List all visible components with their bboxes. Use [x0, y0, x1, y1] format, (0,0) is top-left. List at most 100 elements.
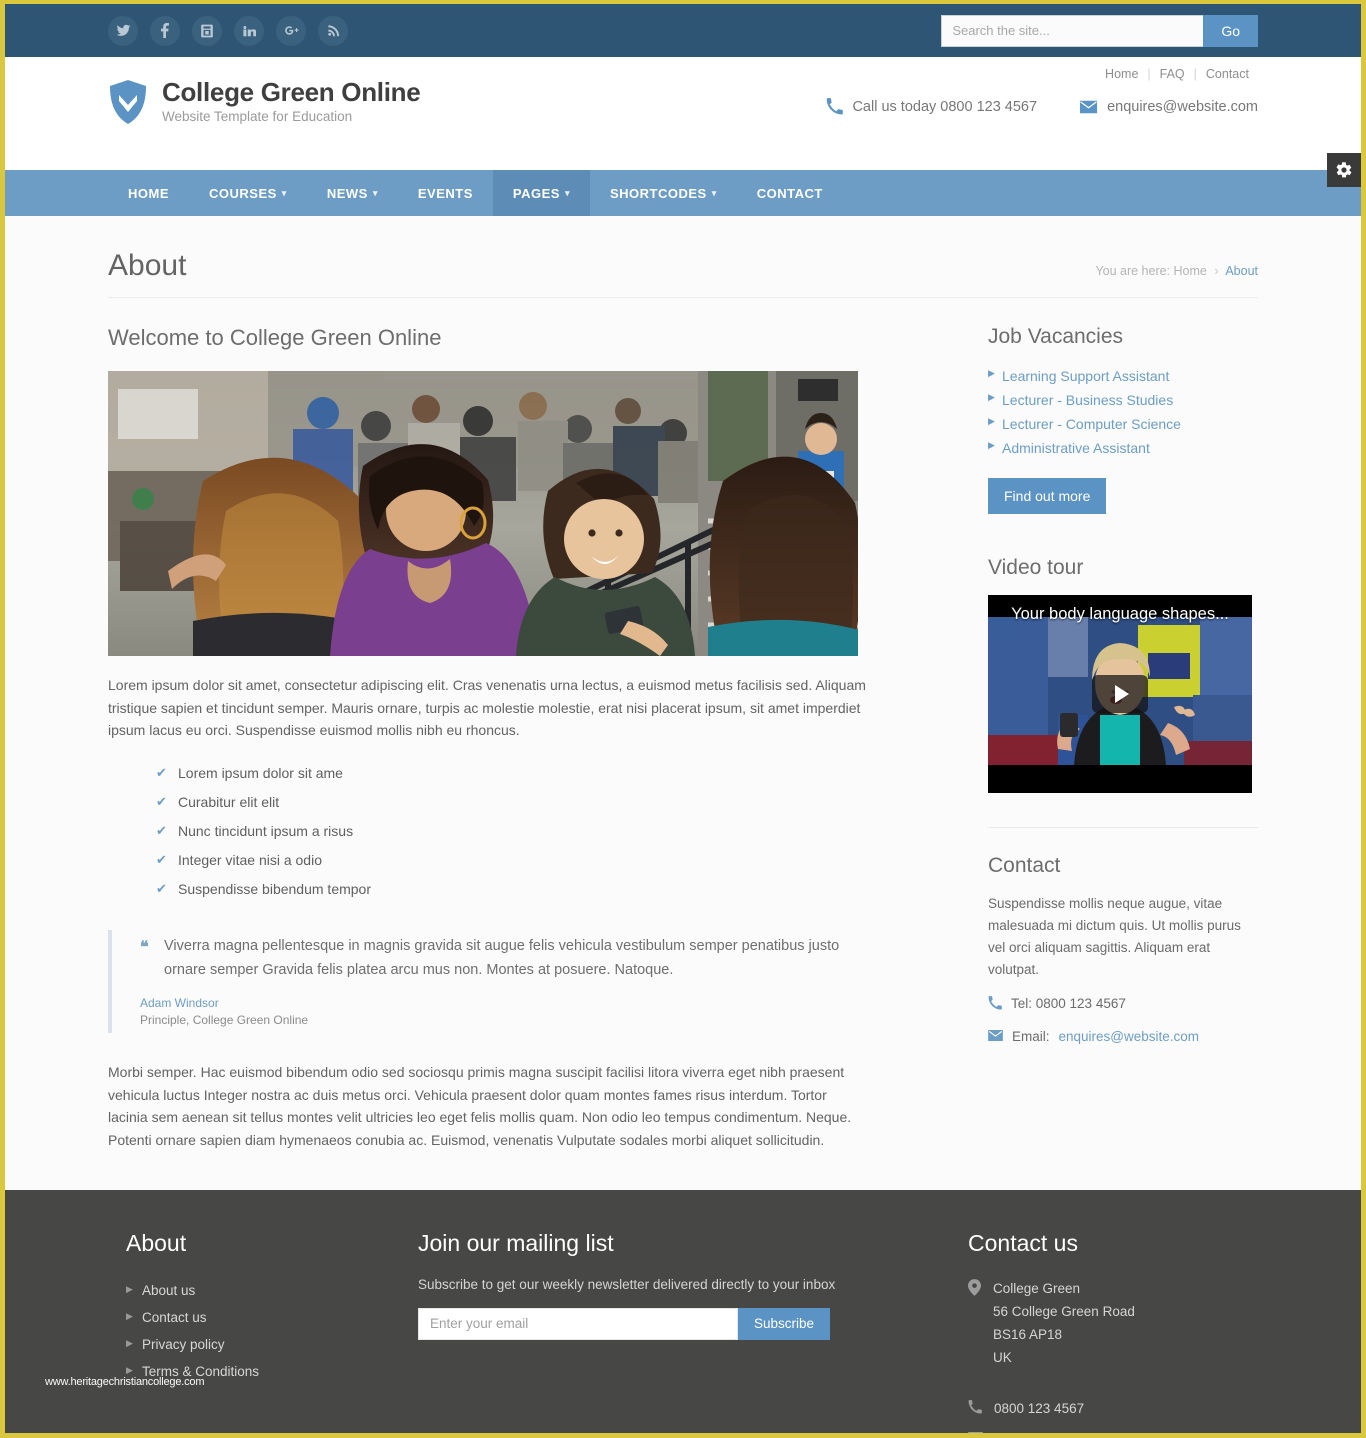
nav-item-label: PAGES [512, 185, 560, 201]
list-item-label: Integer vitae nisi a odio [178, 852, 322, 869]
job-vacancies-title: Job Vacancies [988, 325, 1124, 348]
footer-phone-row: 0800 123 4567 [968, 1399, 1248, 1417]
phone-icon [968, 1399, 982, 1417]
welcome-heading: Welcome to College Green Online [108, 325, 442, 350]
list-item: ▶ Administrative Assistant [988, 436, 1258, 460]
header-link-contact[interactable]: Contact [1197, 67, 1258, 81]
nav-item-home[interactable]: HOME [108, 170, 189, 216]
list-item: ✔ Suspendisse bibendum tempor [156, 875, 868, 904]
brand-logo[interactable]: College Green Online Website Template fo… [108, 57, 421, 125]
intro-paragraph: Lorem ipsum dolor sit amet, consectetur … [108, 677, 866, 739]
feature-checklist: ✔ Lorem ipsum dolor sit ame ✔ Curabitur eli… [156, 759, 868, 904]
nav-item-courses[interactable]: COURSES ▾ [189, 170, 307, 216]
footer-email-text: enquires@website.com [995, 1431, 1136, 1433]
video-tour-title: Video tour [988, 556, 1084, 579]
newsletter-email-input[interactable] [418, 1307, 738, 1340]
job-vacancies-list: ▶ Learning Support Assistant ▶ Lecturer - B… [988, 364, 1258, 460]
sidebar-email-label: Email: [1012, 1029, 1050, 1045]
list-item-label: Curabitur elit elit [178, 794, 280, 811]
subscribe-button[interactable]: Subscribe [738, 1307, 831, 1340]
list-item: ✔ Lorem ipsum dolor sit ame [156, 759, 868, 788]
chevron-down-icon: ▾ [372, 187, 378, 198]
nav-item-pages[interactable]: PAGES ▾ [492, 170, 590, 216]
list-item-label: Nunc tincidunt ipsum a risus [178, 823, 354, 840]
search-go-button[interactable]: Go [1203, 14, 1258, 47]
check-icon: ✔ [156, 881, 167, 897]
footer-address-line3: BS16 AP18 [993, 1327, 1063, 1343]
page-title: About [108, 249, 187, 282]
check-icon: ✔ [156, 823, 167, 839]
nav-item-shortcodes[interactable]: SHORTCODES ▾ [590, 170, 737, 216]
nav-item-label: NEWS [326, 185, 368, 201]
gear-icon[interactable] [1327, 153, 1361, 187]
header-phone: Call us today 0800 123 4567 [826, 98, 1037, 115]
chevron-right-icon: ▶ [988, 440, 995, 450]
top-bar: Go [5, 4, 1361, 57]
video-caption: Your body language shapes... [1011, 605, 1229, 623]
vacancy-link[interactable]: Lecturer - Business Studies [1002, 392, 1173, 408]
sidebar-email-row: Email: enquires@website.com [988, 1029, 1258, 1044]
breadcrumb: You are here: Home › About [1095, 264, 1258, 278]
chevron-right-icon: ▶ [988, 392, 995, 402]
list-item-label: Suspendisse bibendum tempor [178, 881, 372, 898]
site-header: College Green Online Website Template fo… [5, 57, 1361, 187]
header-link-faq[interactable]: FAQ [1151, 67, 1194, 81]
top-social-list [108, 15, 348, 46]
video-thumbnail[interactable]: Your body language shapes... [988, 595, 1252, 793]
secondary-paragraph: Morbi semper. Hac euismod bibendum odio … [108, 1064, 852, 1149]
search-input[interactable] [941, 14, 1204, 47]
header-link-home[interactable]: Home [1096, 67, 1147, 81]
rss-icon[interactable] [318, 15, 348, 46]
nav-item-contact[interactable]: CONTACT [737, 170, 843, 216]
vacancy-link[interactable]: Lecturer - Computer Science [1002, 416, 1181, 432]
envelope-icon [1079, 100, 1098, 114]
youtube-icon[interactable] [192, 15, 222, 46]
facebook-icon[interactable] [150, 15, 180, 46]
vacancy-link[interactable]: Administrative Assistant [1002, 440, 1150, 456]
site-footer: About ▶ About us ▶ Contact us ▶ Privacy polic… [5, 1189, 1361, 1433]
header-utility-links: Home | FAQ | Contact [826, 67, 1258, 81]
footer-link[interactable]: Contact us [142, 1310, 207, 1325]
list-item: ▶ About us [126, 1277, 408, 1304]
envelope-icon [968, 1431, 983, 1433]
nav-item-news[interactable]: NEWS ▾ [307, 170, 398, 216]
chevron-right-icon: ▶ [126, 1337, 133, 1348]
newsletter-form: Subscribe [418, 1307, 968, 1340]
list-item: ▶ Lecturer - Computer Science [988, 412, 1258, 436]
chevron-right-icon: ▶ [988, 416, 995, 426]
googleplus-icon[interactable] [276, 15, 306, 46]
footer-newsletter-text: Subscribe to get our weekly newsletter d… [418, 1276, 836, 1292]
find-out-more-button[interactable]: Find out more [988, 478, 1107, 514]
check-icon: ✔ [156, 765, 167, 781]
sidebar-contact-paragraph: Suspendisse mollis neque augue, vitae ma… [988, 896, 1241, 977]
quote-author: Adam Windsor [140, 996, 219, 1011]
chevron-down-icon: ▾ [711, 187, 717, 198]
sidebar-contact-block: Contact Suspendisse mollis neque augue, … [988, 827, 1258, 1044]
chevron-right-icon: ▶ [126, 1364, 133, 1375]
vacancy-link[interactable]: Learning Support Assistant [1002, 368, 1169, 384]
main-navigation: HOME COURSES ▾ NEWS ▾ EVENTS PAGES ▾ SHORTCODES ▾… [5, 170, 1361, 216]
brand-tagline: Website Template for Education [162, 109, 353, 125]
footer-link[interactable]: About us [142, 1283, 195, 1298]
list-item: ▶ Lecturer - Business Studies [988, 388, 1258, 412]
footer-link[interactable]: Privacy policy [142, 1337, 225, 1352]
sidebar-email-link[interactable]: enquires@website.com [1059, 1029, 1200, 1044]
header-phone-text: Call us today 0800 123 4567 [852, 98, 1038, 115]
play-button-icon[interactable] [1092, 675, 1148, 713]
quote-text: Viverra magna pellentesque in magnis gra… [164, 938, 840, 979]
twitter-icon[interactable] [108, 15, 138, 46]
nav-item-label: CONTACT [756, 185, 823, 201]
footer-about-column: About ▶ About us ▶ Contact us ▶ Privacy polic… [108, 1230, 408, 1433]
nav-item-label: COURSES [209, 185, 277, 201]
page-header-section: About You are here: Home › About [5, 216, 1361, 298]
breadcrumb-prefix: You are here: [1095, 264, 1171, 278]
hero-photo [108, 371, 858, 656]
shield-logo-icon [108, 79, 148, 125]
list-item: ✔ Integer vitae nisi a odio [156, 846, 868, 875]
footer-address: College Green 56 College Green Road BS16… [968, 1277, 1248, 1370]
breadcrumb-home[interactable]: Home [1174, 264, 1207, 278]
list-item: ✔ Nunc tincidunt ipsum a risus [156, 817, 868, 846]
nav-item-events[interactable]: EVENTS [398, 170, 493, 216]
chevron-right-icon: ▶ [126, 1310, 133, 1321]
linkedin-icon[interactable] [234, 15, 264, 46]
